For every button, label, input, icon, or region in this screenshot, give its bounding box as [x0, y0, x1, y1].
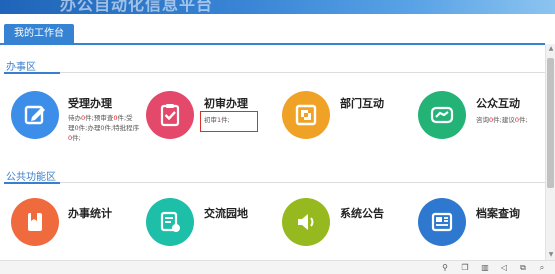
vertical-scrollbar[interactable]: ▲ ▼ [545, 44, 555, 260]
accept-handle-icon[interactable] [11, 91, 59, 139]
highlight-box [200, 111, 258, 132]
card-title-accept-handle[interactable]: 受理办理 [68, 95, 112, 111]
megaphone-icon[interactable] [418, 91, 466, 139]
status-bar: ⚲ ❐ ▥ ◁ ⧉ ⌕ [0, 260, 555, 274]
app-title: 办公自动化信息平台 [60, 0, 214, 14]
speaker-icon[interactable] [282, 198, 330, 246]
card-title-exchange-forum[interactable]: 交流园地 [204, 205, 248, 221]
duplicate-icon[interactable]: ⧉ [518, 263, 528, 273]
statistics-book-icon[interactable] [11, 198, 59, 246]
card-title-archive-query[interactable]: 档案查询 [476, 205, 520, 221]
section-underline [4, 182, 60, 184]
scroll-up-arrow-icon[interactable]: ▲ [547, 45, 555, 53]
card-title-first-review[interactable]: 初审办理 [204, 95, 248, 111]
card-stats-accept-handle: 待办0件;预审查0件;受 理0件;办理0件;特批程序 0件; [68, 114, 140, 142]
card-title-system-announcement[interactable]: 系统公告 [340, 205, 384, 221]
card-stats-public-interaction: 咨询0件;建议0件; [476, 116, 528, 124]
header-banner: 办公自动化信息平台 [0, 0, 555, 14]
section-divider [60, 72, 545, 73]
zoom-icon[interactable]: ⌕ [537, 263, 547, 273]
window-icon[interactable]: ❐ [460, 263, 470, 273]
department-interaction-icon[interactable] [282, 91, 330, 139]
section-title-office: 办事区 [6, 62, 36, 73]
tab-divider [0, 43, 545, 45]
pin-icon[interactable]: ⚲ [440, 263, 450, 273]
tab-bar: 我的工作台 [0, 14, 555, 44]
sound-icon[interactable]: ◁ [499, 263, 509, 273]
trash-icon[interactable]: ▥ [480, 263, 490, 273]
tab-my-workbench[interactable]: 我的工作台 [4, 24, 74, 44]
scroll-thumb[interactable] [547, 58, 554, 188]
archive-newspaper-icon[interactable] [418, 198, 466, 246]
card-title-statistics[interactable]: 办事统计 [68, 205, 112, 221]
section-title-public: 公共功能区 [6, 172, 56, 183]
card-title-public-interaction[interactable]: 公众互动 [476, 95, 520, 111]
section-underline [4, 72, 60, 74]
scroll-down-arrow-icon[interactable]: ▼ [547, 251, 555, 259]
clipboard-check-icon[interactable] [146, 91, 194, 139]
exchange-forum-icon[interactable] [146, 198, 194, 246]
card-title-department-interaction[interactable]: 部门互动 [340, 95, 384, 111]
section-divider [60, 182, 545, 183]
